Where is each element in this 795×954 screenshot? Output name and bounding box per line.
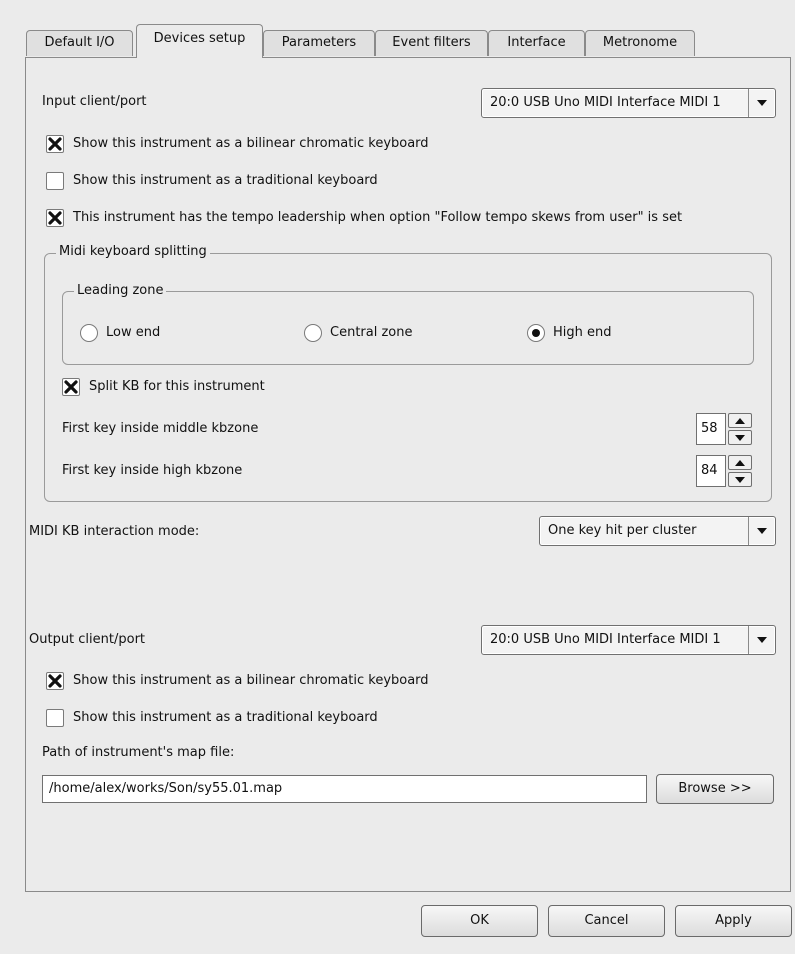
interaction-mode-value: One key hit per cluster <box>548 523 697 538</box>
check-x-icon <box>64 380 78 394</box>
split-kb-label: Split KB for this instrument <box>89 379 265 394</box>
browse-button[interactable]: Browse >> <box>656 774 774 804</box>
interaction-mode-label: MIDI KB interaction mode: <box>29 524 200 539</box>
input-port-combo[interactable]: 20:0 USB Uno MIDI Interface MIDI 1 <box>481 88 776 118</box>
leading-zone-title: Leading zone <box>74 283 167 298</box>
input-bilinear-label: Show this instrument as a bilinear chrom… <box>73 136 429 151</box>
input-bilinear-checkbox[interactable] <box>46 135 64 153</box>
output-port-label: Output client/port <box>29 632 146 647</box>
output-traditional-label: Show this instrument as a traditional ke… <box>73 710 378 725</box>
interaction-mode-combo[interactable]: One key hit per cluster <box>539 516 776 546</box>
output-traditional-checkbox[interactable] <box>46 709 64 727</box>
input-traditional-checkbox[interactable] <box>46 172 64 190</box>
spin-up-icon[interactable] <box>728 455 752 470</box>
output-port-value: 20:0 USB Uno MIDI Interface MIDI 1 <box>490 632 721 647</box>
map-file-label: Path of instrument's map file: <box>42 745 235 760</box>
middle-kbzone-spinbox[interactable]: 58 <box>696 413 754 445</box>
input-traditional-label: Show this instrument as a traditional ke… <box>73 173 378 188</box>
output-port-combo[interactable]: 20:0 USB Uno MIDI Interface MIDI 1 <box>481 625 776 655</box>
check-x-icon <box>48 211 62 225</box>
radio-low-end[interactable] <box>80 324 98 342</box>
high-kbzone-label: First key inside high kbzone <box>62 463 243 478</box>
split-kb-checkbox[interactable] <box>62 378 80 396</box>
tab-metronome[interactable]: Metronome <box>585 30 695 56</box>
radio-selected-dot <box>532 329 540 337</box>
spin-down-icon[interactable] <box>728 472 752 487</box>
midi-splitting-title: Midi keyboard splitting <box>56 244 210 259</box>
tab-parameters[interactable]: Parameters <box>263 30 375 56</box>
output-bilinear-checkbox[interactable] <box>46 672 64 690</box>
spin-down-icon[interactable] <box>728 430 752 445</box>
tab-devices-setup[interactable]: Devices setup <box>136 24 263 58</box>
tab-event-filters[interactable]: Event filters <box>375 30 488 56</box>
high-kbzone-value[interactable]: 84 <box>696 455 726 487</box>
middle-kbzone-label: First key inside middle kbzone <box>62 421 259 436</box>
spin-up-icon[interactable] <box>728 413 752 428</box>
radio-high-end-label: High end <box>553 325 612 340</box>
tab-interface[interactable]: Interface <box>488 30 585 56</box>
chevron-down-icon[interactable] <box>748 517 775 545</box>
input-port-label: Input client/port <box>42 94 147 109</box>
ok-button[interactable]: OK <box>421 905 538 937</box>
radio-low-end-label: Low end <box>106 325 161 340</box>
apply-button[interactable]: Apply <box>675 905 792 937</box>
middle-kbzone-value[interactable]: 58 <box>696 413 726 445</box>
cancel-button[interactable]: Cancel <box>548 905 665 937</box>
check-x-icon <box>48 674 62 688</box>
output-bilinear-label: Show this instrument as a bilinear chrom… <box>73 673 429 688</box>
chevron-down-icon[interactable] <box>748 89 775 117</box>
radio-high-end[interactable] <box>527 324 545 342</box>
tab-default-io[interactable]: Default I/O <box>26 30 133 56</box>
input-port-value: 20:0 USB Uno MIDI Interface MIDI 1 <box>490 95 721 110</box>
radio-central-zone-label: Central zone <box>330 325 413 340</box>
radio-central-zone[interactable] <box>304 324 322 342</box>
map-file-input[interactable]: /home/alex/works/Son/sy55.01.map <box>42 775 647 803</box>
tempo-leadership-label: This instrument has the tempo leadership… <box>73 210 683 225</box>
check-x-icon <box>48 137 62 151</box>
chevron-down-icon[interactable] <box>748 626 775 654</box>
tempo-leadership-checkbox[interactable] <box>46 209 64 227</box>
high-kbzone-spinbox[interactable]: 84 <box>696 455 754 487</box>
